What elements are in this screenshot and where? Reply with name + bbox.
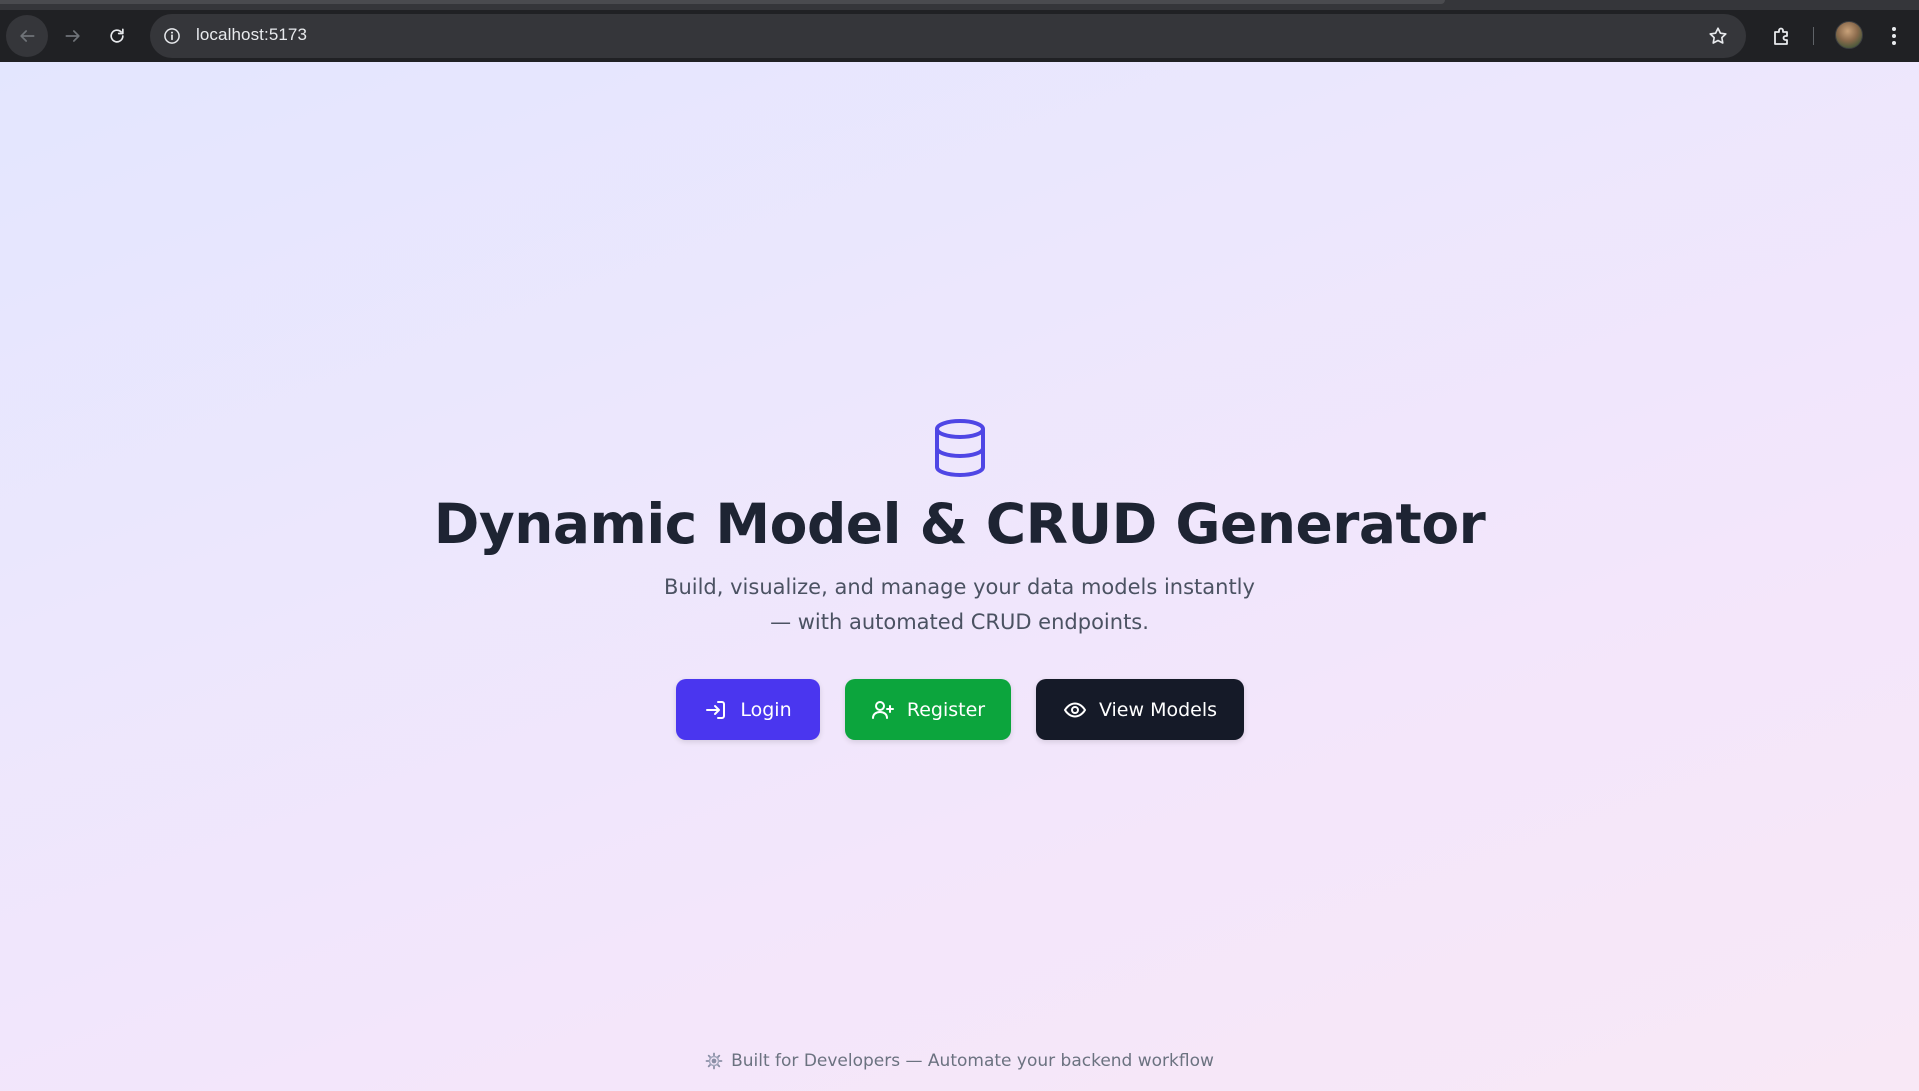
register-label: Register xyxy=(906,698,986,721)
active-tab-edge[interactable] xyxy=(0,0,1445,4)
subtitle-line-1: Build, visualize, and manage your data m… xyxy=(664,575,1255,599)
kebab-menu-icon[interactable] xyxy=(1880,22,1908,50)
page-title: Dynamic Model & CRUD Generator xyxy=(433,492,1486,556)
subtitle-line-2: — with automated CRUD endpoints. xyxy=(770,610,1149,634)
login-label: Login xyxy=(740,698,792,721)
reload-button[interactable] xyxy=(96,15,138,57)
arrow-right-icon xyxy=(65,30,80,42)
browser-chrome: localhost:5173 xyxy=(0,0,1919,62)
toolbar-divider xyxy=(1813,27,1814,45)
profile-avatar[interactable] xyxy=(1834,20,1864,50)
landing-page: Dynamic Model & CRUD Generator Build, vi… xyxy=(0,62,1919,1091)
star-icon[interactable] xyxy=(1706,24,1730,48)
view-models-button[interactable]: View Models xyxy=(1036,679,1244,740)
tab-strip xyxy=(0,0,1919,10)
address-bar[interactable]: localhost:5173 xyxy=(150,14,1746,58)
avatar xyxy=(1835,21,1863,49)
view-models-label: View Models xyxy=(1098,698,1218,721)
gear-icon xyxy=(705,1052,723,1070)
user-plus-icon xyxy=(871,700,894,719)
database-icon xyxy=(935,419,985,478)
footer: Built for Developers — Automate your bac… xyxy=(0,1051,1919,1071)
footer-text: Built for Developers — Automate your bac… xyxy=(731,1051,1214,1071)
browser-toolbar: localhost:5173 xyxy=(0,10,1919,62)
arrow-left-icon xyxy=(20,30,35,42)
puzzle-icon[interactable] xyxy=(1768,22,1796,50)
eye-icon xyxy=(1063,702,1086,717)
reload-icon xyxy=(110,28,124,43)
url-text[interactable]: localhost:5173 xyxy=(196,25,307,45)
info-icon[interactable] xyxy=(160,24,184,48)
forward-button[interactable] xyxy=(52,15,94,57)
page-subtitle: Build, visualize, and manage your data m… xyxy=(0,570,1919,640)
login-icon xyxy=(706,700,726,719)
back-button[interactable] xyxy=(6,15,48,57)
login-button[interactable]: Login xyxy=(676,679,820,740)
register-button[interactable]: Register xyxy=(845,679,1011,740)
